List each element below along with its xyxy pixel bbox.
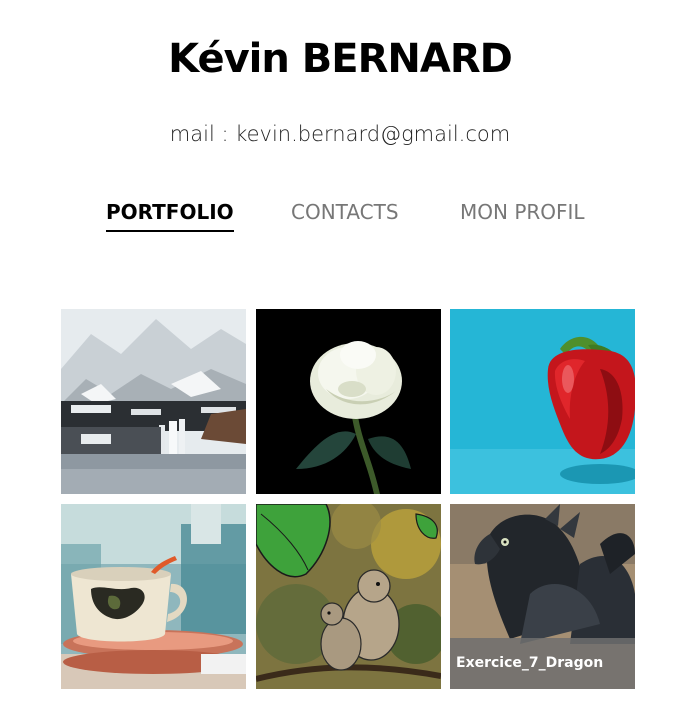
landscape-waterfall-image bbox=[61, 309, 246, 494]
portfolio-gallery: Exercice_7_Dragon bbox=[61, 309, 635, 689]
gallery-tile-birds[interactable] bbox=[256, 504, 441, 689]
gallery-tile-landscape[interactable] bbox=[61, 309, 246, 494]
gallery-tile-dragon[interactable]: Exercice_7_Dragon bbox=[450, 504, 635, 689]
main-nav: PORTFOLIO CONTACTS MON PROFIL bbox=[0, 200, 680, 240]
contact-email: mail : kevin.bernard@gmail.com bbox=[169, 122, 511, 146]
white-rose-image bbox=[256, 309, 441, 494]
page-title: Kévin BERNARD bbox=[168, 36, 513, 82]
gallery-tile-pepper[interactable] bbox=[450, 309, 635, 494]
gallery-tile-rose[interactable] bbox=[256, 309, 441, 494]
nav-item-mon-profil[interactable]: MON PROFIL bbox=[460, 200, 585, 230]
nav-item-contacts[interactable]: CONTACTS bbox=[291, 200, 399, 230]
coffee-cup-image bbox=[61, 504, 246, 689]
red-pepper-image bbox=[450, 309, 635, 494]
birds-on-branch-image bbox=[256, 504, 441, 689]
nav-item-portfolio[interactable]: PORTFOLIO bbox=[106, 200, 234, 232]
tile-caption: Exercice_7_Dragon bbox=[450, 638, 635, 689]
gallery-tile-coffee-cup[interactable] bbox=[61, 504, 246, 689]
